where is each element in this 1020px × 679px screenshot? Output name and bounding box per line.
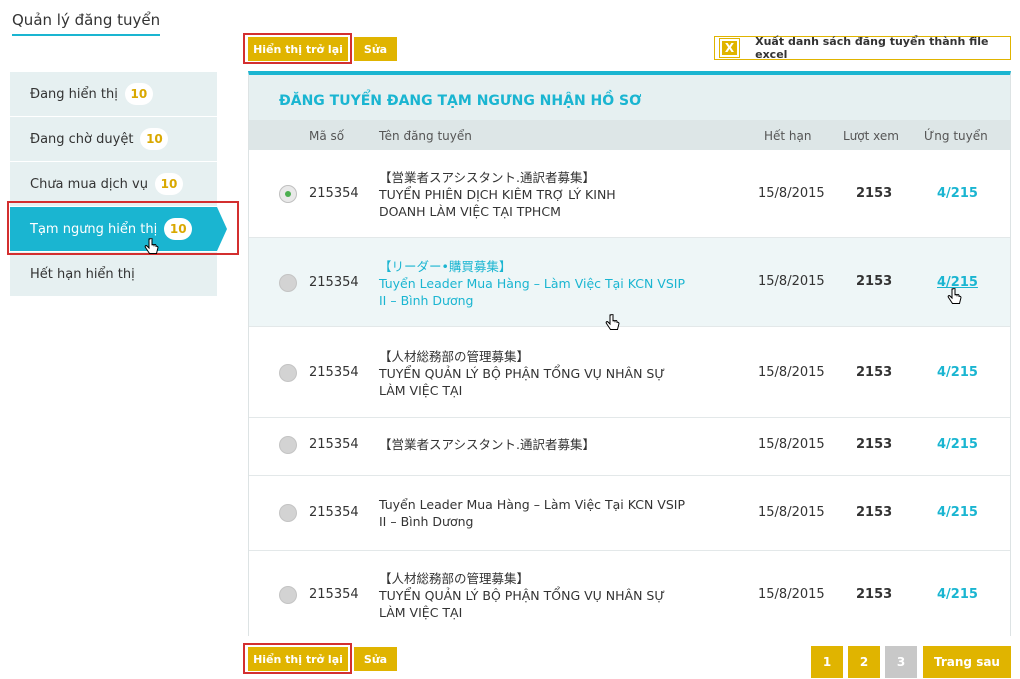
export-excel-button[interactable]: X Xuất danh sách đăng tuyển thành file e… bbox=[714, 35, 1011, 61]
row-title-line: 【営業者スアシスタント.通訳者募集】 bbox=[379, 437, 595, 452]
col-applications: Ứng tuyển bbox=[924, 129, 988, 143]
sidebar: Đang hiển thị 10 Đang chờ duyệt 10 Chưa … bbox=[10, 72, 227, 297]
col-code: Mã số bbox=[309, 129, 345, 143]
row-title-line: TUYỂN QUẢN LÝ BỘ PHẬN TỔNG VỤ NHÂN SỰ bbox=[379, 366, 666, 381]
hand-cursor-icon bbox=[605, 314, 620, 330]
row-title-line: II – Bình Dương bbox=[379, 293, 474, 308]
table-row[interactable]: 215354 【営業者スアシスタント.通訳者募集】 15/8/2015 2153… bbox=[249, 418, 1010, 476]
count-badge: 10 bbox=[154, 173, 183, 195]
panel-title: ĐĂNG TUYỂN ĐANG TẠM NGƯNG NHẬN HỒ SƠ bbox=[279, 93, 642, 109]
sidebar-item-pending[interactable]: Đang chờ duyệt 10 bbox=[10, 117, 217, 162]
row-expires: 15/8/2015 bbox=[758, 505, 825, 520]
title-underline bbox=[12, 34, 160, 36]
row-title-line: LÀM VIỆC TẠI bbox=[379, 383, 463, 398]
row-radio[interactable] bbox=[279, 504, 297, 522]
row-expires: 15/8/2015 bbox=[758, 365, 825, 380]
postings-panel: ĐĂNG TUYỂN ĐANG TẠM NGƯNG NHẬN HỒ SƠ Mã … bbox=[248, 71, 1011, 636]
table-row[interactable]: 215354 【営業者スアシスタント.通訳者募集】 TUYỂN PHIÊN DỊ… bbox=[249, 150, 1010, 238]
row-title-line: TUYỂN PHIÊN DỊCH KIÊM TRỢ LÝ KINH bbox=[379, 187, 616, 202]
row-radio[interactable] bbox=[279, 185, 297, 203]
row-radio[interactable] bbox=[279, 436, 297, 454]
table-row[interactable]: 215354 【人材総務部の管理募集】 TUYỂN QUẢN LÝ BỘ PHẬ… bbox=[249, 327, 1010, 418]
sidebar-item-label: Đang chờ duyệt bbox=[30, 131, 134, 147]
row-views: 2153 bbox=[856, 274, 893, 289]
row-title-line: 【リーダー•購買募集】 bbox=[379, 259, 512, 274]
sidebar-item-visible[interactable]: Đang hiển thị 10 bbox=[10, 72, 217, 117]
sidebar-item-expired[interactable]: Hết hạn hiển thị bbox=[10, 252, 217, 297]
next-page-button[interactable]: Trang sau bbox=[923, 646, 1011, 678]
row-views: 2153 bbox=[856, 505, 893, 520]
page-3-button[interactable]: 3 bbox=[885, 646, 917, 678]
table-header: Mã số Tên đăng tuyển Hết hạn Lượt xem Ứn… bbox=[249, 120, 1010, 150]
row-title-line: 【人材総務部の管理募集】 bbox=[379, 349, 530, 364]
row-title[interactable]: 【営業者スアシスタント.通訳者募集】 TUYỂN PHIÊN DỊCH KIÊM… bbox=[379, 169, 699, 220]
highlight-frame bbox=[243, 33, 352, 64]
row-title[interactable]: 【人材総務部の管理募集】 TUYỂN QUẢN LÝ BỘ PHẬN TỔNG … bbox=[379, 570, 699, 621]
table-row[interactable]: 215354 【リーダー•購買募集】 Tuyển Leader Mua Hàng… bbox=[249, 238, 1010, 327]
row-title-line: DOANH LÀM VIỆC TẠI TPHCM bbox=[379, 204, 561, 219]
row-applications-link[interactable]: 4/215 bbox=[937, 186, 978, 201]
col-name: Tên đăng tuyển bbox=[379, 129, 472, 143]
page-2-button[interactable]: 2 bbox=[848, 646, 880, 678]
row-expires: 15/8/2015 bbox=[758, 587, 825, 602]
edit-button[interactable]: Sửa bbox=[354, 647, 397, 671]
row-title-line: 【営業者スアシスタント.通訳者募集】 bbox=[379, 170, 595, 185]
page-title: Quản lý đăng tuyển bbox=[12, 11, 161, 29]
excel-icon: X bbox=[718, 38, 741, 58]
row-code: 215354 bbox=[309, 186, 359, 201]
row-radio[interactable] bbox=[279, 274, 297, 292]
row-code: 215354 bbox=[309, 275, 359, 290]
row-code: 215354 bbox=[309, 505, 359, 520]
row-title[interactable]: 【営業者スアシスタント.通訳者募集】 bbox=[379, 436, 699, 453]
highlight-frame bbox=[243, 643, 352, 674]
row-title[interactable]: 【人材総務部の管理募集】 TUYỂN QUẢN LÝ BỘ PHẬN TỔNG … bbox=[379, 348, 699, 399]
row-expires: 15/8/2015 bbox=[758, 274, 825, 289]
col-expires: Hết hạn bbox=[764, 129, 812, 143]
row-expires: 15/8/2015 bbox=[758, 186, 825, 201]
page-1-button[interactable]: 1 bbox=[811, 646, 843, 678]
row-title[interactable]: Tuyển Leader Mua Hàng – Làm Việc Tại KCN… bbox=[379, 496, 699, 530]
row-title-line: LÀM VIỆC TẠI bbox=[379, 605, 463, 620]
row-code: 215354 bbox=[309, 587, 359, 602]
hand-cursor-icon bbox=[947, 288, 962, 304]
row-title-line: 【人材総務部の管理募集】 bbox=[379, 571, 530, 586]
row-radio[interactable] bbox=[279, 586, 297, 604]
row-radio[interactable] bbox=[279, 364, 297, 382]
row-views: 2153 bbox=[856, 186, 893, 201]
row-title-line: TUYỂN QUẢN LÝ BỘ PHẬN TỔNG VỤ NHÂN SỰ bbox=[379, 588, 666, 603]
row-expires: 15/8/2015 bbox=[758, 437, 825, 452]
row-code: 215354 bbox=[309, 365, 359, 380]
highlight-frame bbox=[7, 201, 239, 255]
edit-button[interactable]: Sửa bbox=[354, 37, 397, 61]
table-row[interactable]: 215354 Tuyển Leader Mua Hàng – Làm Việc … bbox=[249, 476, 1010, 551]
row-applications-link[interactable]: 4/215 bbox=[937, 587, 978, 602]
row-code: 215354 bbox=[309, 437, 359, 452]
row-title-line: Tuyển Leader Mua Hàng – Làm Việc Tại KCN… bbox=[379, 497, 686, 512]
export-label: Xuất danh sách đăng tuyển thành file exc… bbox=[755, 35, 989, 61]
hand-cursor-icon bbox=[144, 238, 159, 254]
count-badge: 10 bbox=[140, 128, 169, 150]
row-title-line: II – Bình Dương bbox=[379, 514, 474, 529]
row-views: 2153 bbox=[856, 365, 893, 380]
row-title-line: Tuyển Leader Mua Hàng – Làm Việc Tại KCN… bbox=[379, 276, 686, 291]
count-badge: 10 bbox=[124, 83, 153, 105]
sidebar-item-label: Hết hạn hiển thị bbox=[30, 266, 135, 282]
row-applications-link[interactable]: 4/215 bbox=[937, 437, 978, 452]
row-applications-link[interactable]: 4/215 bbox=[937, 365, 978, 380]
row-title[interactable]: 【リーダー•購買募集】 Tuyển Leader Mua Hàng – Làm … bbox=[379, 258, 699, 309]
table-row[interactable]: 215354 【人材総務部の管理募集】 TUYỂN QUẢN LÝ BỘ PHẬ… bbox=[249, 551, 1010, 636]
row-views: 2153 bbox=[856, 587, 893, 602]
col-views: Lượt xem bbox=[843, 129, 899, 143]
row-applications-link[interactable]: 4/215 bbox=[937, 505, 978, 520]
panel-header: ĐĂNG TUYỂN ĐANG TẠM NGƯNG NHẬN HỒ SƠ bbox=[249, 75, 1010, 120]
sidebar-item-label: Đang hiển thị bbox=[30, 86, 118, 102]
row-views: 2153 bbox=[856, 437, 893, 452]
sidebar-item-label: Chưa mua dịch vụ bbox=[30, 176, 148, 192]
